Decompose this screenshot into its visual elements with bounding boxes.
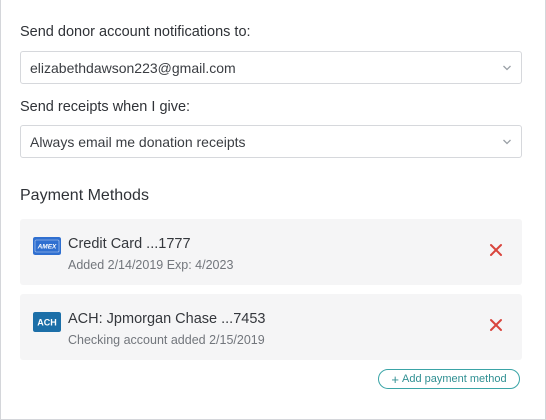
notifications-email-value: elizabethdawson223@gmail.com [30,60,236,76]
payment-method-subtitle: Checking account added 2/15/2019 [68,333,265,347]
ach-bank-icon: ACH [33,312,61,332]
add-payment-method-button[interactable]: + Add payment method [378,369,520,389]
chevron-down-icon [503,65,511,71]
payment-method-subtitle: Added 2/14/2019 Exp: 4/2023 [68,258,234,272]
donor-settings-panel: Send donor account notifications to: eli… [0,0,546,420]
receipts-preference-select[interactable]: Always email me donation receipts [20,125,522,158]
payment-method-title: ACH: Jpmorgan Chase ...7453 [68,311,266,327]
payment-methods-title: Payment Methods [20,187,149,204]
receipts-label: Send receipts when I give: [20,99,191,115]
notifications-label: Send donor account notifications to: [20,24,251,40]
close-icon[interactable] [489,318,503,332]
payment-method-card-ach: ACH ACH: Jpmorgan Chase ...7453 Checking… [20,294,522,360]
payment-method-title: Credit Card ...1777 [68,236,191,252]
plus-icon: + [391,371,399,387]
chevron-down-icon [503,139,511,145]
notifications-email-select[interactable]: elizabethdawson223@gmail.com [20,51,522,84]
amex-card-icon: AMEX [33,237,61,255]
payment-method-card-credit: AMEX Credit Card ...1777 Added 2/14/2019… [20,219,522,285]
add-payment-method-label: Add payment method [402,373,507,385]
receipts-preference-value: Always email me donation receipts [30,134,246,150]
amex-badge-text: AMEX [37,244,57,251]
close-icon[interactable] [489,243,503,257]
ach-badge-text: ACH [37,318,57,328]
